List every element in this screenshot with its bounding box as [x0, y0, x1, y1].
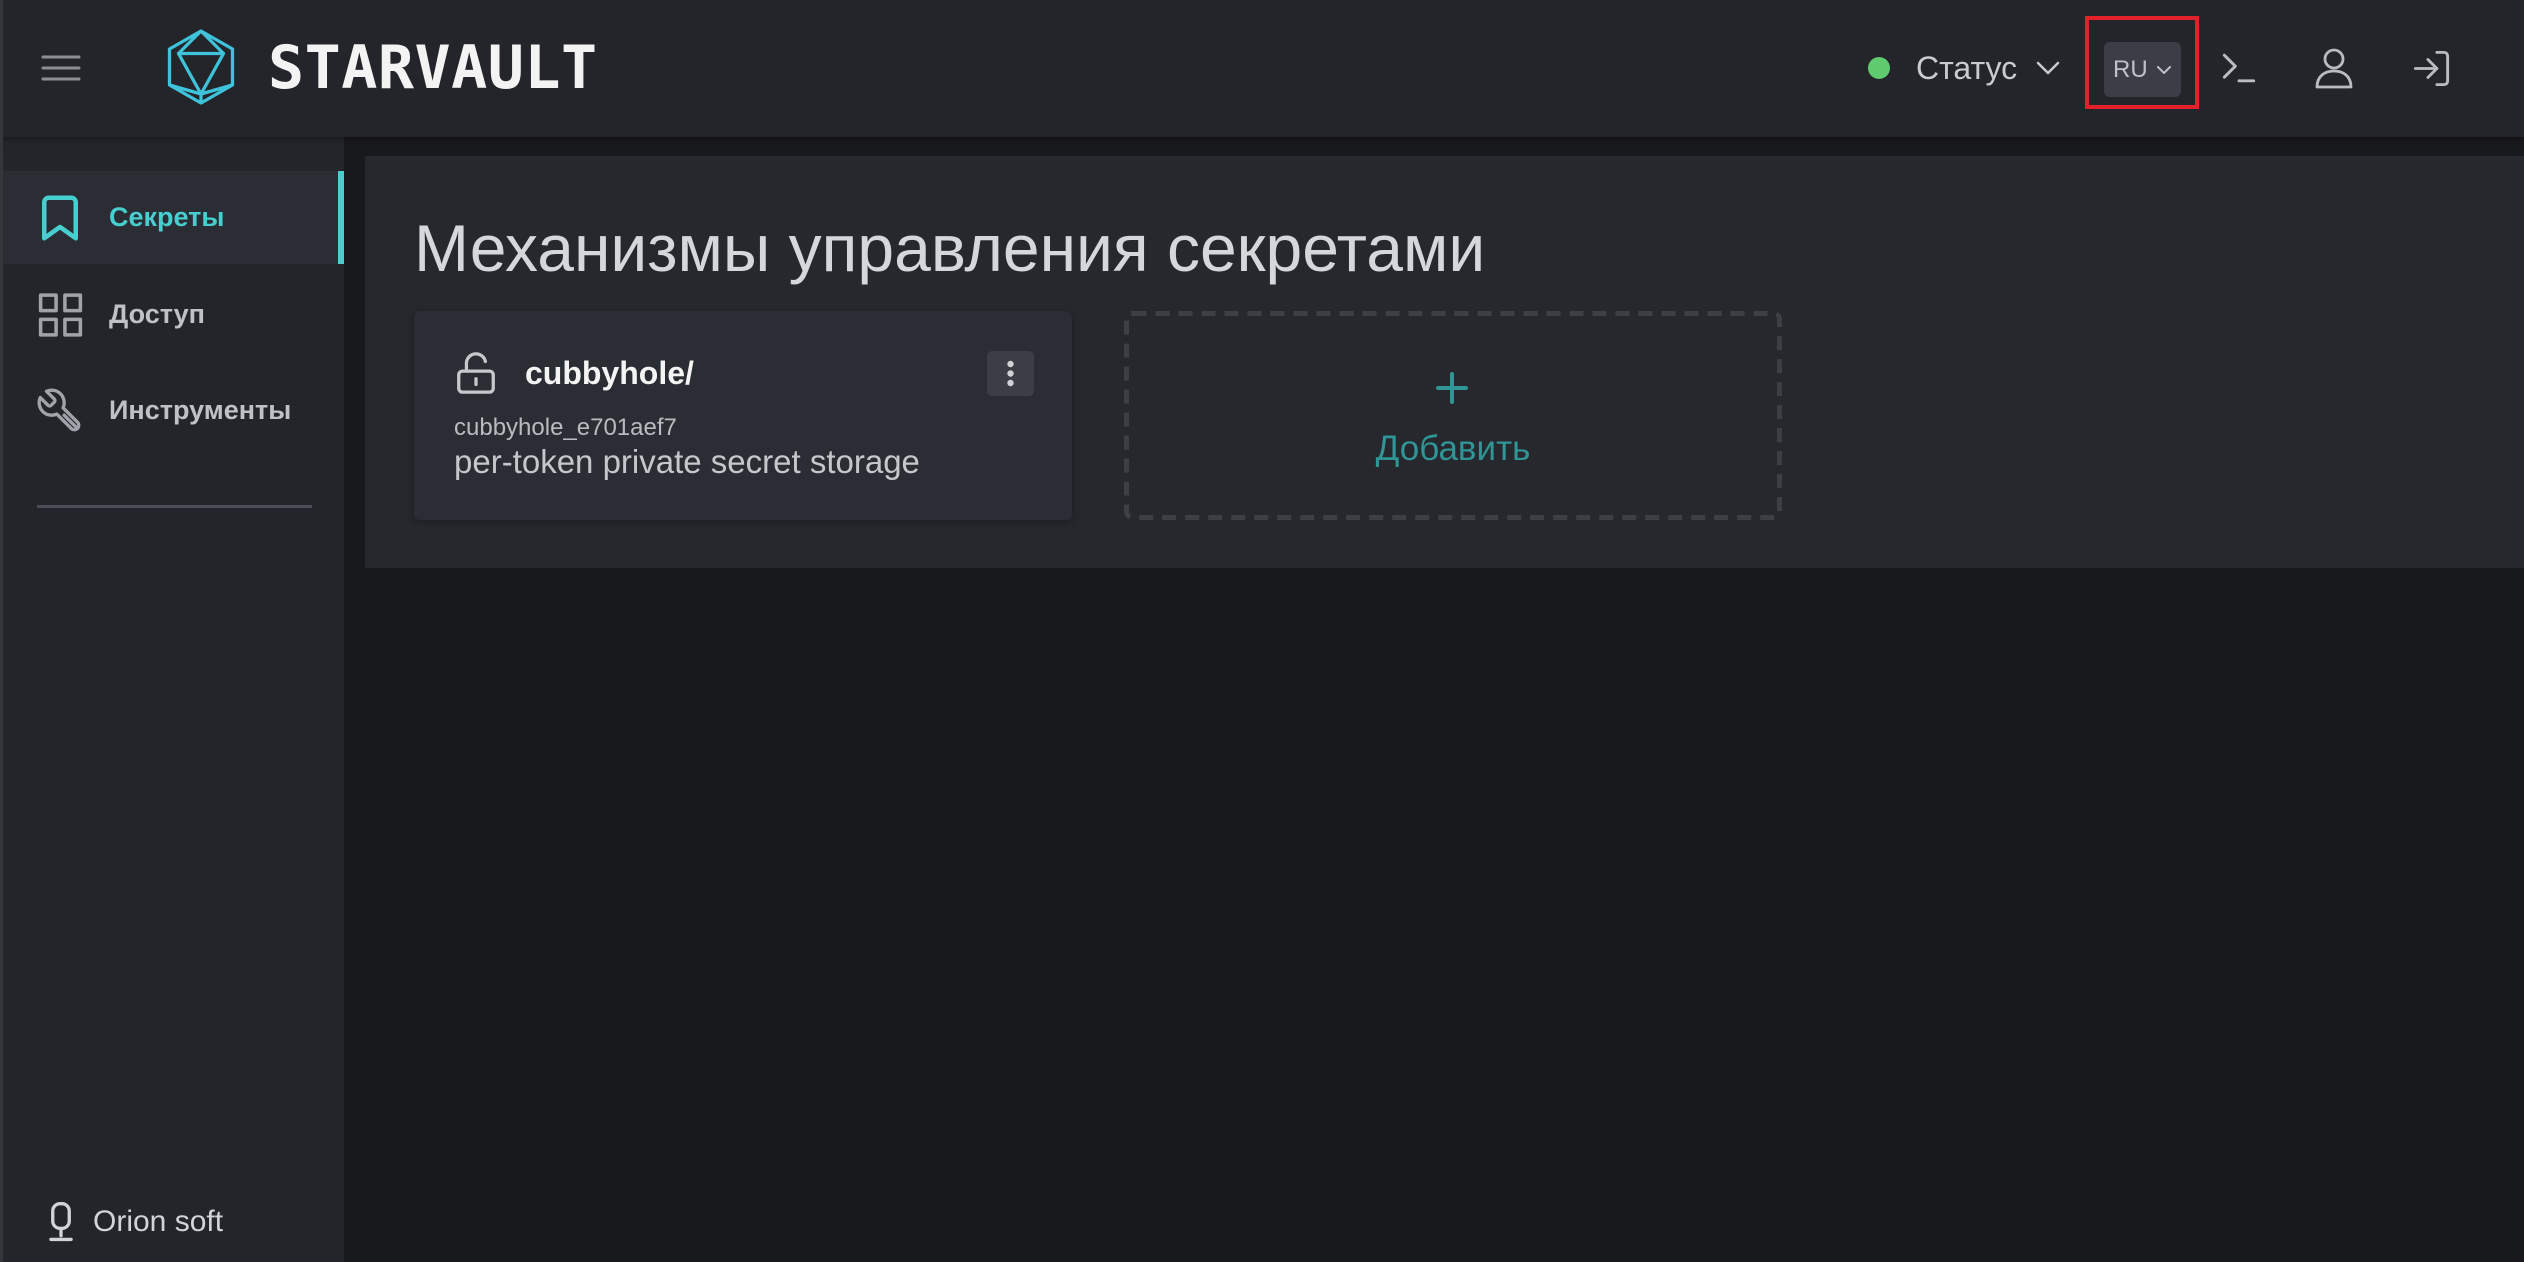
logout-icon [2413, 50, 2450, 87]
starvault-logo-icon [167, 29, 235, 105]
sidebar-footer: Orion soft [0, 1200, 344, 1244]
plus-icon [1436, 372, 1468, 404]
language-value: RU [2113, 56, 2148, 83]
main-panel: Механизмы управления секретами cubbyhole… [365, 156, 2524, 568]
page-title: Механизмы управления секретами [414, 211, 1486, 285]
sidebar-item-access[interactable]: Доступ [0, 268, 344, 361]
status-label: Статус [1916, 50, 2018, 86]
logo[interactable]: STARVAULT [165, 28, 605, 108]
sidebar-item-secrets[interactable]: Секреты [0, 171, 344, 264]
dashed-border [1124, 311, 1782, 520]
add-engine-button[interactable]: Добавить [1124, 311, 1782, 520]
engine-accessor: cubbyhole_e701aef7 [454, 414, 677, 441]
engine-path: cubbyhole/ [525, 355, 694, 391]
engine-description: per-token private secret storage [454, 443, 920, 480]
status-dropdown[interactable]: Статус [1860, 40, 2065, 96]
secret-engine-card[interactable]: cubbyhole/ cubbyhole_e701aef7 per-token … [414, 311, 1072, 520]
hamburger-icon [41, 55, 81, 81]
language-select[interactable]: RU [2104, 42, 2181, 97]
menu-toggle-button[interactable] [41, 53, 81, 83]
engine-menu-button[interactable] [987, 351, 1034, 396]
sidebar: Секреты Доступ Инструменты Orion soft [0, 137, 344, 1262]
add-engine-label: Добавить [1375, 429, 1531, 468]
lock-open-icon [457, 352, 495, 394]
terminal-button[interactable] [2217, 46, 2261, 90]
tools-icon [37, 388, 81, 431]
sidebar-divider [37, 505, 312, 508]
chevron-down-icon [2157, 66, 2171, 74]
top-bar: STARVAULT Статус RU [0, 0, 2524, 137]
user-icon [2315, 48, 2353, 89]
sidebar-item-tools[interactable]: Инструменты [0, 364, 344, 457]
active-indicator [338, 171, 344, 264]
brand-name: STARVAULT [268, 33, 598, 103]
logout-button[interactable] [2410, 47, 2453, 90]
sidebar-item-label: Доступ [109, 299, 205, 329]
status-indicator [1868, 57, 1890, 79]
sidebar-item-label: Секреты [109, 202, 225, 232]
orion-soft-icon [49, 1202, 73, 1242]
company-name: Orion soft [93, 1205, 224, 1238]
chevron-down-icon [2036, 61, 2060, 75]
user-button[interactable] [2310, 44, 2358, 92]
grid-icon [38, 292, 83, 337]
kebab-menu-icon [1007, 360, 1014, 387]
terminal-icon [2222, 53, 2256, 83]
bookmark-icon [42, 195, 78, 240]
window-edge [0, 0, 3, 1262]
sidebar-item-label: Инструменты [109, 395, 292, 425]
